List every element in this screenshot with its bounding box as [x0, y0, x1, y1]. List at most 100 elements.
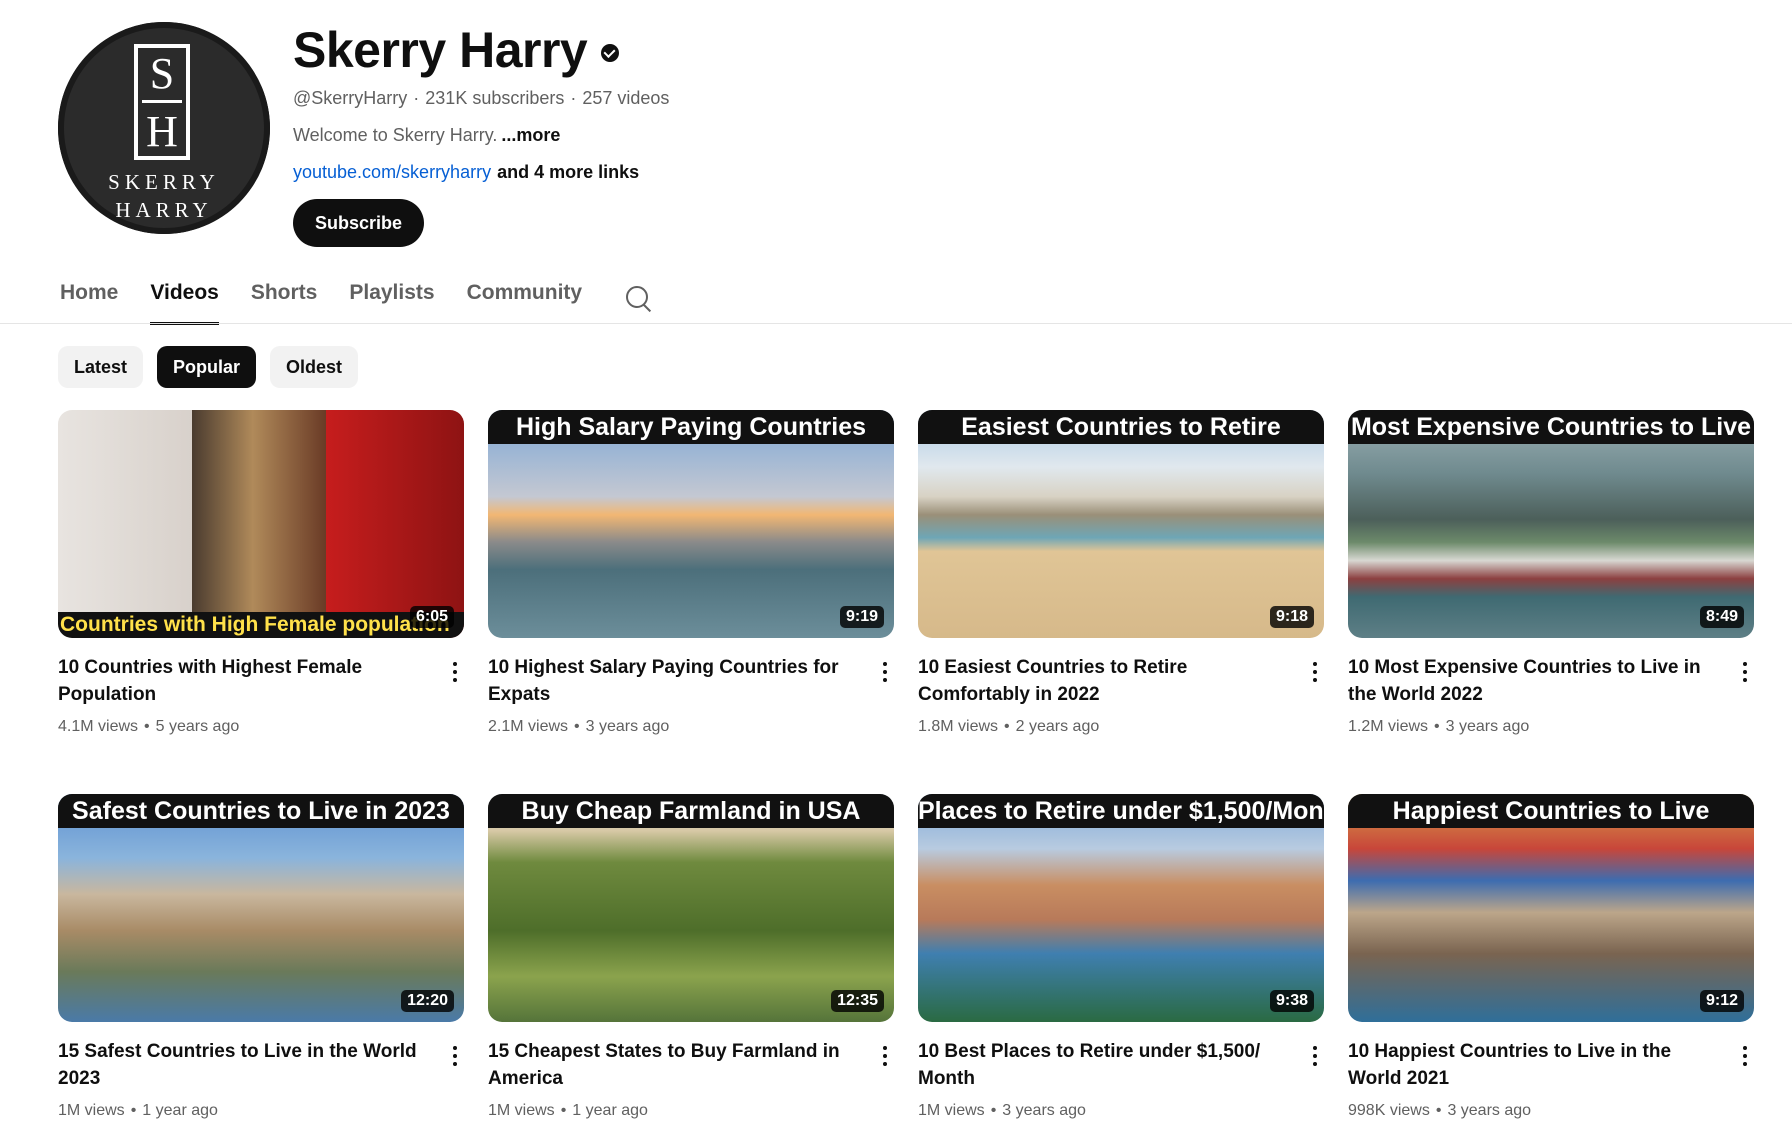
kebab-dot	[1313, 670, 1317, 674]
thumbnail-image	[1348, 410, 1754, 638]
logo-word-bottom: HARRY	[115, 198, 213, 222]
more-links-link[interactable]: and 4 more links	[497, 162, 639, 182]
description-text: Welcome to Skerry Harry.	[293, 125, 498, 145]
thumbnail-caption: Happiest Countries to Live	[1348, 794, 1754, 828]
logo-rule	[142, 100, 182, 103]
kebab-dot	[453, 1054, 457, 1058]
tab-shorts[interactable]: Shorts	[251, 268, 318, 324]
tab-videos[interactable]: Videos	[150, 268, 220, 325]
video-views: 4.1M views	[58, 718, 139, 735]
thumbnail-image	[58, 794, 464, 1022]
video-title[interactable]: 10 Best Places to Retire under $1,500/ M…	[918, 1038, 1278, 1092]
video-stats: 1M views • 1 year ago	[488, 1102, 648, 1120]
channel-search-icon[interactable]	[624, 282, 652, 313]
video-stats: 1M views • 3 years ago	[918, 1102, 1086, 1120]
video-thumbnail[interactable]: High Salary Paying Countries 9:19	[488, 410, 894, 638]
video-thumbnail[interactable]: Countries with High Female population 6:0…	[58, 410, 464, 638]
video-title[interactable]: 15 Safest Countries to Live in the World…	[58, 1038, 418, 1092]
more-actions-icon[interactable]	[1742, 660, 1748, 684]
tab-community[interactable]: Community	[467, 268, 583, 324]
more-actions-icon[interactable]	[882, 1044, 888, 1068]
video-title[interactable]: 10 Happiest Countries to Live in the Wor…	[1348, 1038, 1708, 1092]
stat-separator: •	[560, 1102, 567, 1119]
video-age: 3 years ago	[585, 718, 670, 735]
sort-chips: Latest Popular Oldest	[58, 346, 372, 388]
kebab-dot	[883, 662, 887, 666]
video-thumbnail[interactable]: Easiest Countries to Retire 9:18	[918, 410, 1324, 638]
more-actions-icon[interactable]	[1312, 660, 1318, 684]
thumbnail-image	[58, 410, 464, 638]
subscriber-count: 231K subscribers	[425, 88, 565, 108]
kebab-dot	[1313, 662, 1317, 666]
video-thumbnail[interactable]: Safest Countries to Live in 2023 12:20	[58, 794, 464, 1022]
channel-meta: @SkerryHarry · 231K subscribers · 257 videos	[293, 88, 669, 109]
chip-popular[interactable]: Popular	[157, 346, 257, 388]
more-actions-icon[interactable]	[1312, 1044, 1318, 1068]
video-title[interactable]: 15 Cheapest States to Buy Farmland in Am…	[488, 1038, 848, 1092]
video-thumbnail[interactable]: Most Expensive Countries to Live 8:49	[1348, 410, 1754, 638]
video-title[interactable]: 10 Countries with Highest Female Populat…	[58, 654, 418, 708]
tabs-divider	[0, 323, 1792, 324]
more-actions-icon[interactable]	[882, 660, 888, 684]
video-title[interactable]: 10 Most Expensive Countries to Live in t…	[1348, 654, 1708, 708]
video-age: 3 years ago	[1445, 718, 1530, 735]
stat-separator: •	[990, 1102, 997, 1119]
video-age: 3 years ago	[1002, 1102, 1086, 1119]
chip-latest[interactable]: Latest	[58, 346, 144, 388]
video-count: 257 videos	[582, 88, 670, 108]
video-views: 1.2M views	[1348, 718, 1429, 735]
video-thumbnail[interactable]: Buy Cheap Farmland in USA 12:35	[488, 794, 894, 1022]
subscribe-button[interactable]: Subscribe	[293, 199, 425, 247]
thumbnail-caption: Most Expensive Countries to Live	[1348, 410, 1754, 444]
video-duration: 9:38	[1269, 990, 1314, 1012]
channel-info: Skerry Harry @SkerryHarry · 231K subscribe…	[293, 22, 669, 247]
kebab-dot	[1743, 670, 1747, 674]
kebab-dot	[1743, 1046, 1747, 1050]
kebab-dot	[1743, 662, 1747, 666]
chip-oldest[interactable]: Oldest	[270, 346, 359, 388]
tab-home[interactable]: Home	[60, 268, 118, 324]
more-actions-icon[interactable]	[1742, 1044, 1748, 1068]
thumbnail-caption: Easiest Countries to Retire	[918, 410, 1324, 444]
video-duration: 9:18	[1269, 606, 1314, 628]
video-views: 998K views	[1348, 1102, 1430, 1119]
channel-name: Skerry Harry	[293, 22, 588, 78]
kebab-dot	[883, 1062, 887, 1066]
video-card[interactable]: Safest Countries to Live in 2023 12:20 15 …	[58, 794, 464, 1119]
description-more-link[interactable]: ...more	[501, 125, 560, 145]
video-views: 1.8M views	[918, 718, 999, 735]
video-thumbnail[interactable]: Happiest Countries to Live 9:12	[1348, 794, 1754, 1022]
thumbnail-image	[488, 410, 894, 638]
video-card[interactable]: Happiest Countries to Live 9:12 10 Happies…	[1348, 794, 1754, 1119]
video-age: 5 years ago	[155, 718, 240, 735]
video-duration: 9:19	[839, 606, 884, 628]
tab-playlists[interactable]: Playlists	[349, 268, 434, 324]
thumbnail-image	[1348, 794, 1754, 1022]
channel-link[interactable]: youtube.com/skerryharry	[293, 162, 491, 182]
video-card[interactable]: Most Expensive Countries to Live 8:49 10 M…	[1348, 410, 1754, 735]
video-card[interactable]: Easiest Countries to Retire 9:18 10 Easies…	[918, 410, 1324, 735]
video-stats: 4.1M views • 5 years ago	[58, 718, 239, 736]
video-age: 3 years ago	[1447, 1102, 1532, 1119]
more-actions-icon[interactable]	[452, 1044, 458, 1068]
video-card[interactable]: Countries with High Female population 6:0…	[58, 410, 464, 735]
thumbnail-image	[488, 794, 894, 1022]
video-card[interactable]: Buy Cheap Farmland in USA 12:35 15 Cheapes…	[488, 794, 894, 1119]
kebab-dot	[453, 670, 457, 674]
stat-separator: •	[574, 718, 580, 735]
thumbnail-image	[918, 794, 1324, 1022]
kebab-dot	[1743, 1054, 1747, 1058]
video-card[interactable]: High Salary Paying Countries 9:19 10 Highe…	[488, 410, 894, 735]
video-views: 1M views	[58, 1102, 125, 1119]
channel-description[interactable]: Welcome to Skerry Harry. ...more	[293, 125, 669, 146]
more-actions-icon[interactable]	[452, 660, 458, 684]
video-stats: 1.2M views • 3 years ago	[1348, 718, 1529, 736]
channel-avatar[interactable]: S H SKERRY HARRY	[58, 22, 270, 234]
kebab-dot	[1313, 1062, 1317, 1066]
video-card[interactable]: Places to Retire under $1,500/Month 9:38 1…	[918, 794, 1324, 1119]
video-thumbnail[interactable]: Places to Retire under $1,500/Month 9:38	[918, 794, 1324, 1022]
video-duration: 6:05	[409, 606, 454, 628]
video-title[interactable]: 10 Easiest Countries to Retire Comfortab…	[918, 654, 1278, 708]
video-title[interactable]: 10 Highest Salary Paying Countries for E…	[488, 654, 848, 708]
thumbnail-caption: Safest Countries to Live in 2023	[58, 794, 464, 828]
